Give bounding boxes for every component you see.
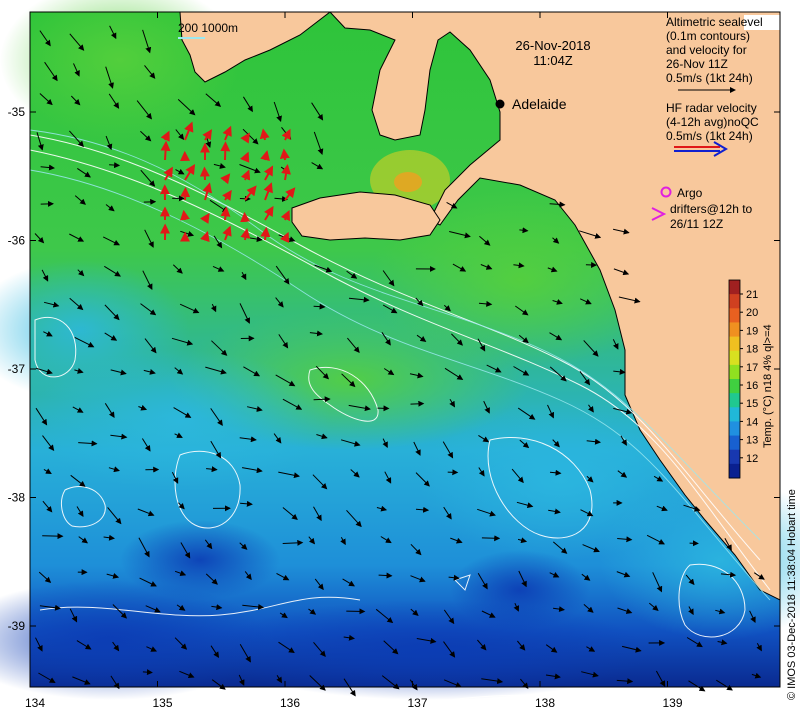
svg-text:and velocity for: and velocity for bbox=[666, 43, 747, 57]
svg-text:Argo: Argo bbox=[677, 186, 703, 200]
velocity-arrow bbox=[410, 400, 425, 407]
lon-tick-label: 135 bbox=[152, 696, 172, 710]
lat-tick-label: -36 bbox=[8, 234, 26, 248]
lat-tick-label: -37 bbox=[8, 362, 26, 376]
svg-text:(0.1m contours): (0.1m contours) bbox=[666, 29, 750, 43]
map-time: 11:04Z bbox=[533, 53, 573, 68]
svg-text:Altimetric sealevel: Altimetric sealevel bbox=[666, 15, 763, 29]
hf-radar-arrow bbox=[180, 209, 190, 221]
ocean-map: Adelaide 26-Nov-2018 11:04Z 200 1000m Al… bbox=[0, 0, 800, 710]
svg-text:26/11 12Z: 26/11 12Z bbox=[670, 217, 723, 231]
lat-tick-label: -35 bbox=[8, 105, 26, 119]
svg-text:0.5m/s (1kt 24h): 0.5m/s (1kt 24h) bbox=[666, 71, 753, 85]
velocity-arrow bbox=[142, 669, 153, 676]
hf-radar-arrow bbox=[199, 166, 210, 181]
map-date: 26-Nov-2018 bbox=[515, 38, 590, 53]
velocity-arrow bbox=[109, 162, 121, 169]
colorbar-tick-label: 16 bbox=[746, 380, 758, 392]
adelaide-label: Adelaide bbox=[512, 96, 567, 112]
svg-text:drifters@12h to: drifters@12h to bbox=[670, 202, 753, 216]
colorbar-tick-label: 21 bbox=[746, 289, 758, 301]
credit-text: © IMOS 03-Dec-2018 11:38:04 Hobart time bbox=[786, 489, 798, 700]
lat-tick-label: -39 bbox=[8, 619, 26, 633]
lat-tick-label: -38 bbox=[8, 491, 26, 505]
colorbar-tick-label: 13 bbox=[746, 435, 758, 447]
colorbar-tick-label: 17 bbox=[746, 362, 758, 374]
svg-text:HF radar velocity: HF radar velocity bbox=[666, 101, 757, 115]
colorbar-tick-label: 12 bbox=[746, 453, 758, 465]
hf-radar-arrow bbox=[220, 206, 231, 221]
velocity-arrow bbox=[378, 572, 393, 579]
hf-radar-arrow bbox=[279, 148, 290, 161]
velocity-arrow bbox=[313, 303, 326, 310]
hf-radar-arrow bbox=[260, 226, 271, 241]
colorbar-tick-label: 15 bbox=[746, 398, 758, 410]
svg-text:(4-12h avg)noQC: (4-12h avg)noQC bbox=[666, 115, 759, 129]
lon-tick-label: 136 bbox=[280, 696, 300, 710]
lon-tick-label: 139 bbox=[662, 696, 682, 710]
hf-radar-arrow bbox=[220, 141, 231, 161]
colorbar-title: Temp. (°C) n18 4% ql>=4 bbox=[762, 324, 774, 448]
adelaide-marker bbox=[495, 99, 505, 109]
colorbar-tick-label: 14 bbox=[746, 416, 758, 428]
hf-radar-arrow bbox=[180, 186, 191, 201]
bathymetry-label: 200 1000m bbox=[178, 21, 238, 35]
lon-tick-label: 138 bbox=[535, 696, 555, 710]
svg-text:0.5m/s (1kt 24h): 0.5m/s (1kt 24h) bbox=[666, 129, 753, 143]
velocity-arrow bbox=[481, 535, 501, 542]
colorbar-tick-label: 18 bbox=[746, 344, 758, 356]
velocity-arrow bbox=[313, 396, 331, 403]
hf-radar-arrow bbox=[160, 140, 171, 161]
lon-tick-label: 134 bbox=[25, 696, 45, 710]
svg-text:26-Nov 11Z: 26-Nov 11Z bbox=[666, 57, 728, 71]
colorbar-tick-label: 19 bbox=[746, 325, 758, 337]
lon-tick-label: 137 bbox=[407, 696, 427, 710]
colorbar-tick-label: 20 bbox=[746, 307, 758, 319]
